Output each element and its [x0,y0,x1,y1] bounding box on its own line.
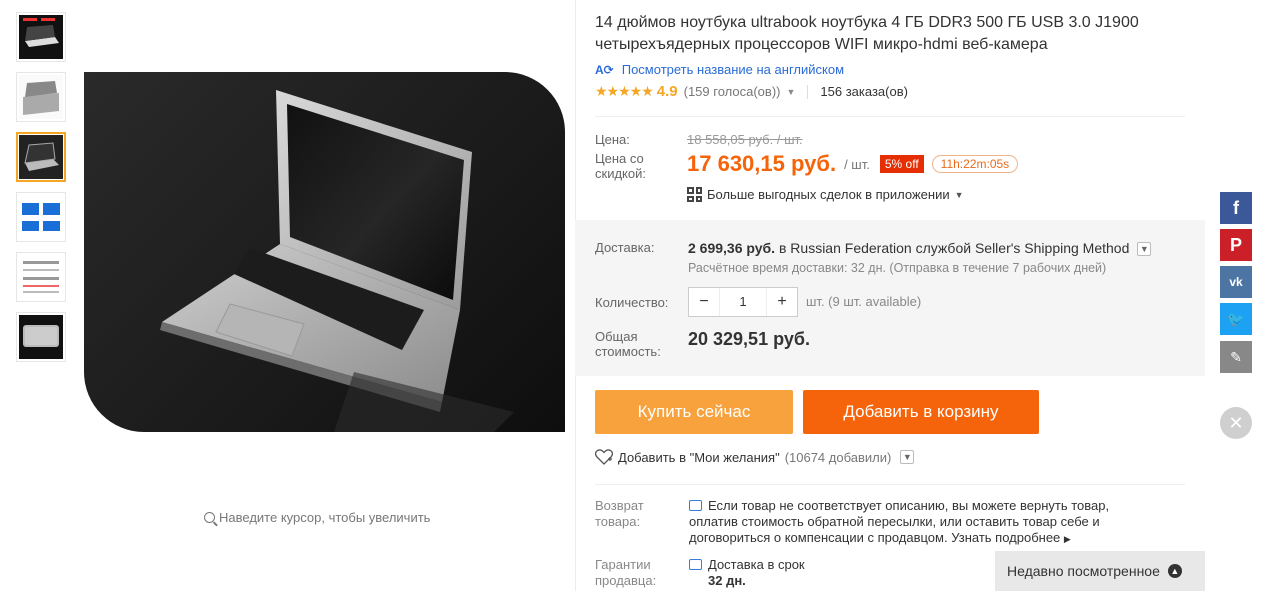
app-deals-link[interactable]: Больше выгодных сделок в приложении ▼ [687,187,964,202]
thumbnail-list [16,12,66,372]
discount-badge: 5% off [879,155,924,173]
delivery-truck-icon [689,559,702,570]
quantity-label: Количество: [595,294,669,310]
qr-code-icon [687,187,702,202]
buy-now-button[interactable]: Купить сейчас [595,390,793,434]
votes-count[interactable]: (159 голоса(ов)) [684,84,781,99]
zoom-hint-text: Наведите курсор, чтобы увеличить [219,510,431,525]
thumbnail-5[interactable] [16,252,66,302]
thumbnail-4[interactable] [16,192,66,242]
old-price: 18 558,05 руб. / шт. [687,132,803,147]
close-icon[interactable]: ✕ [1220,407,1252,439]
divider [595,484,1185,485]
thumbnail-2[interactable] [16,72,66,122]
shipping-info[interactable]: 2 699,36 руб. в Russian Federation служб… [688,240,1152,257]
total-price: 20 329,51 руб. [688,329,810,350]
zoom-hint: Наведите курсор, чтобы увеличить [204,510,430,525]
rating-row: ★★★★★ 4.9 (159 голоса(ов)) ▼ 156 заказа(… [595,83,1205,100]
chevron-up-icon: ▲ [1167,564,1182,578]
star-rating-icon: ★★★★★ [595,83,654,99]
total-label: Общая стоимость: [595,329,661,360]
pinterest-icon[interactable]: P [1220,229,1252,261]
discount-price-label: Цена со скидкой: [595,151,646,181]
seller-guarantee-label: Гарантии продавца: [595,557,657,588]
divider [807,84,809,99]
action-buttons: Купить сейчас Добавить в корзину [595,390,1039,434]
thumbnail-image [19,75,63,119]
thumbnail-6[interactable] [16,312,66,362]
thumbnail-1[interactable] [16,12,66,62]
price-block: Цена: 18 558,05 руб. / шт. Цена со скидк… [595,116,1205,220]
heart-icon [595,449,613,465]
translate-icon: A⟳ [595,62,614,77]
twitter-icon[interactable]: 🐦 [1220,303,1252,335]
decrease-button[interactable]: − [689,288,719,316]
shipping-destination: в Russian Federation службой Seller's Sh… [778,240,1130,256]
orders-count: 156 заказа(ов) [820,84,908,99]
shipping-label: Доставка: [595,240,655,255]
product-main-image[interactable] [84,72,565,432]
shipping-block: Доставка: 2 699,36 руб. в Russian Federa… [575,220,1205,376]
caret-right-icon: ▶ [1063,534,1071,544]
rating-value: 4.9 [656,83,678,100]
translate-link[interactable]: Посмотреть название на английском [622,62,844,77]
thumbnail-image [19,195,63,239]
price-label: Цена: [595,132,630,147]
quantity-stepper: − 1 + [688,287,798,318]
laptop-image [160,90,514,432]
increase-button[interactable]: + [767,288,797,316]
product-title: 14 дюймов ноутбука ultrabook ноутбука 4 … [595,14,1139,53]
wishlist-label[interactable]: Добавить в "Мои желания" [618,450,780,465]
magnifier-icon [204,512,215,523]
shipping-cost: 2 699,36 руб. [688,240,776,256]
facebook-icon[interactable]: f [1220,192,1252,224]
return-label: Возврат товара: [595,498,644,529]
social-share-bar: f P vk 🐦 ✎ [1220,192,1252,378]
thumbnail-image [19,255,63,299]
learn-more-link[interactable]: Узнать подробнее ▶ [951,530,1071,545]
quantity-input[interactable]: 1 [719,288,767,317]
pencil-icon[interactable]: ✎ [1220,341,1252,373]
countdown-timer: 11h:22m:05s [931,155,1019,173]
wishlist-count: (10674 добавили) [784,449,892,465]
thumbnail-image [19,135,63,179]
thumbnail-3[interactable] [16,132,66,182]
chevron-down-icon[interactable]: ▼ [1137,242,1152,257]
app-deals-text: Больше выгодных сделок в приложении [707,187,950,202]
delivery-estimate: Расчётное время доставки: 32 дн. (Отправ… [688,261,1107,276]
caret-down-icon: ▼ [954,189,964,200]
wishlist-row[interactable]: Добавить в "Мои желания" (10674 добавили… [595,449,915,465]
discount-price: 17 630,15 руб. [687,151,837,176]
translate-link-row[interactable]: A⟳ Посмотреть название на английском [595,62,1205,77]
on-time-delivery: Доставка в срок [708,557,805,572]
recently-viewed-tab[interactable]: Недавно посмотренное ▲ [995,551,1205,591]
chevron-down-icon[interactable]: ▼ [900,450,915,464]
return-icon [689,500,702,511]
product-info: 14 дюймов ноутбука ultrabook ноутбука 4 … [595,12,1205,100]
vk-icon[interactable]: vk [1220,266,1252,298]
per-unit: / шт. [844,156,870,172]
thumbnail-image [19,15,63,59]
add-to-cart-button[interactable]: Добавить в корзину [803,390,1039,434]
chevron-down-icon[interactable]: ▼ [786,87,795,97]
quantity-available: шт. (9 шт. available) [806,294,922,310]
thumbnail-image [19,315,63,359]
recently-viewed-label: Недавно посмотренное [1007,563,1160,579]
